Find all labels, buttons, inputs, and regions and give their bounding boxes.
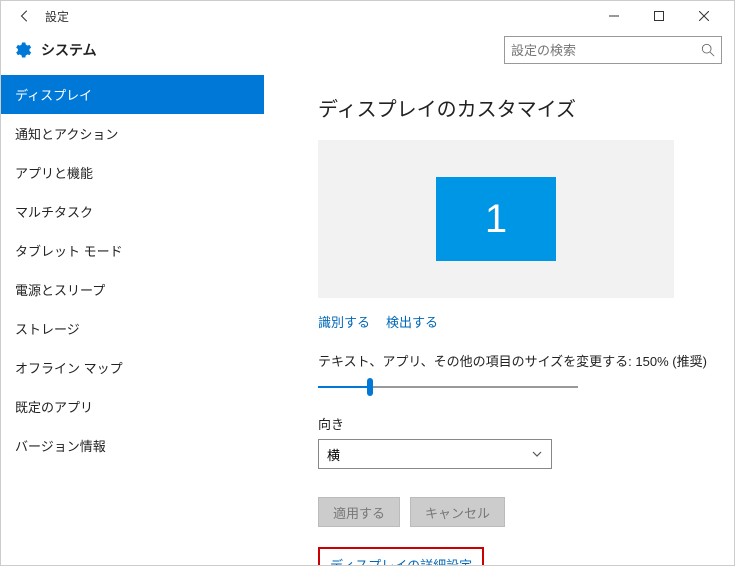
advanced-display-link[interactable]: ディスプレイの詳細設定 — [318, 547, 484, 565]
apply-button[interactable]: 適用する — [318, 497, 400, 527]
minimize-button[interactable] — [591, 1, 636, 31]
content-area: ディスプレイのカスタマイズ 1 識別する 検出する テキスト、アプリ、その他の項… — [264, 75, 734, 565]
sidebar-item-about[interactable]: バージョン情報 — [1, 426, 264, 465]
cancel-button[interactable]: キャンセル — [410, 497, 505, 527]
search-box[interactable] — [504, 36, 722, 64]
sidebar-item-maps[interactable]: オフライン マップ — [1, 348, 264, 387]
search-icon — [701, 43, 715, 57]
sidebar-item-multitask[interactable]: マルチタスク — [1, 192, 264, 231]
sidebar-item-power[interactable]: 電源とスリープ — [1, 270, 264, 309]
maximize-button[interactable] — [636, 1, 681, 31]
display-preview: 1 — [318, 140, 674, 298]
chevron-down-icon — [531, 448, 543, 460]
orientation-label: 向き — [318, 414, 734, 433]
close-button[interactable] — [681, 1, 726, 31]
identify-link[interactable]: 識別する — [318, 312, 370, 331]
titlebar: 設定 — [1, 1, 734, 31]
slider-thumb[interactable] — [367, 378, 373, 396]
detect-link[interactable]: 検出する — [386, 312, 438, 331]
sidebar-item-storage[interactable]: ストレージ — [1, 309, 264, 348]
section-title: システム — [41, 40, 97, 60]
sidebar-item-display[interactable]: ディスプレイ — [1, 75, 264, 114]
window-title: 設定 — [45, 8, 69, 25]
header: システム — [1, 31, 734, 69]
monitor-tile[interactable]: 1 — [436, 177, 556, 261]
search-input[interactable] — [511, 43, 701, 58]
sidebar: ディスプレイ 通知とアクション アプリと機能 マルチタスク タブレット モード … — [1, 75, 264, 565]
scale-label: テキスト、アプリ、その他の項目のサイズを変更する: 150% (推奨) — [318, 351, 734, 370]
window-controls — [591, 1, 726, 31]
sidebar-item-tablet[interactable]: タブレット モード — [1, 231, 264, 270]
sidebar-item-notifications[interactable]: 通知とアクション — [1, 114, 264, 153]
scale-slider[interactable] — [318, 378, 578, 396]
page-heading: ディスプレイのカスタマイズ — [318, 93, 734, 122]
sidebar-item-apps[interactable]: アプリと機能 — [1, 153, 264, 192]
sidebar-item-default-apps[interactable]: 既定のアプリ — [1, 387, 264, 426]
orientation-select[interactable]: 横 — [318, 439, 552, 469]
back-button[interactable] — [9, 1, 41, 31]
gear-icon — [11, 39, 33, 61]
